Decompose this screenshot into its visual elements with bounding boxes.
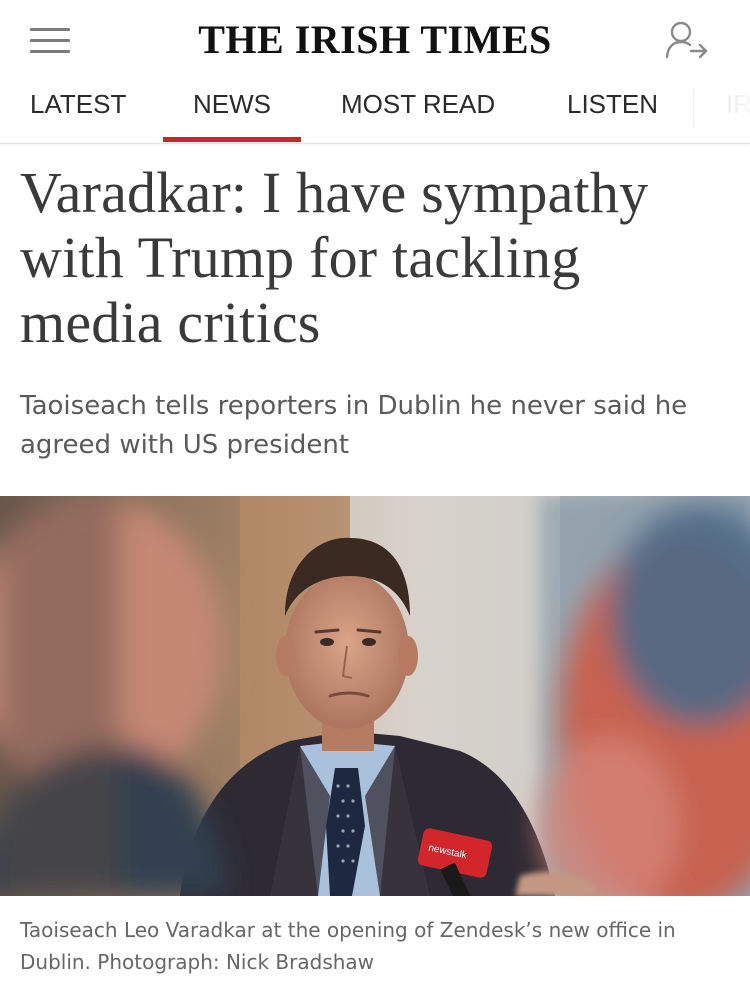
site-header: THE IRISH TIMES LATEST NEWS MOST READ LI…: [0, 0, 750, 144]
nav-tab-latest[interactable]: LATEST: [30, 76, 126, 142]
masthead-logo[interactable]: THE IRISH TIMES: [0, 14, 750, 66]
nav-divider: [693, 90, 694, 126]
nav-tab-news[interactable]: NEWS: [163, 76, 301, 142]
article-photo[interactable]: newstalk: [0, 496, 750, 896]
nav-tab-most-read[interactable]: MOST READ: [341, 76, 495, 142]
nav-tab-overflow[interactable]: IR: [726, 76, 750, 142]
article-headline: Varadkar: I have sympathy with Trump for…: [20, 160, 649, 355]
user-account-icon[interactable]: [664, 20, 710, 60]
article-standfirst: Taoiseach tells reporters in Dublin he n…: [20, 391, 688, 460]
photo-caption: Taoiseach Leo Varadkar at the opening of…: [20, 918, 676, 974]
section-nav: LATEST NEWS MOST READ LISTEN IR: [0, 76, 750, 142]
nav-tab-listen[interactable]: LISTEN: [567, 76, 658, 142]
